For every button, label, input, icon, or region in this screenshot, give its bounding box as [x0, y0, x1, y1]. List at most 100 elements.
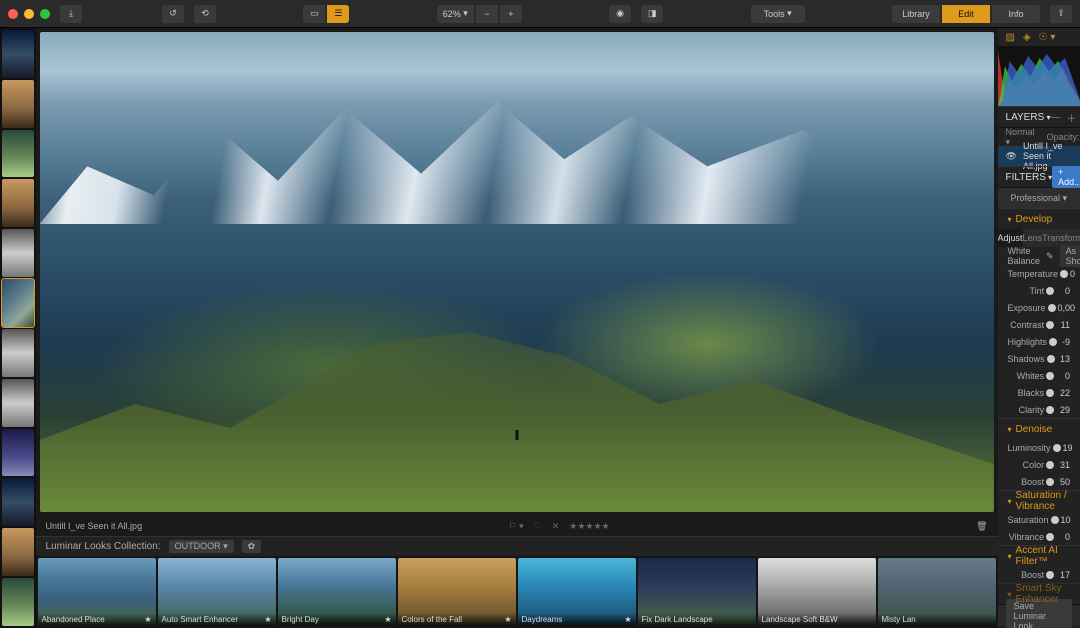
filmstrip-view-icon[interactable]: ☰ — [327, 5, 349, 23]
tools-dropdown[interactable]: Tools ▾ — [751, 5, 805, 23]
looks-collection-dropdown[interactable]: OUTDOOR ▾ — [169, 540, 234, 553]
heart-icon[interactable]: ♡ — [534, 521, 542, 532]
thumbnail[interactable] — [2, 229, 34, 277]
slider-vibrance[interactable]: Vibrance0 — [998, 528, 1080, 545]
thumbnail-selected[interactable] — [2, 279, 34, 327]
look-preset[interactable]: Auto Smart Enhancer★ — [158, 558, 276, 626]
favorite-star-icon[interactable]: ★ — [504, 615, 511, 624]
slider-exposure[interactable]: Exposure0,00 — [998, 299, 1080, 316]
layer-item[interactable]: 👁 Untill I_ve Seen it All.jpg — [998, 146, 1080, 166]
favorite-star-icon[interactable]: ★ — [144, 615, 151, 624]
filter-accent-ai: Accent AI Filter™ Boost17 — [998, 545, 1080, 583]
look-preset[interactable]: Landscape Soft B&W — [758, 558, 876, 626]
clipping-icon[interactable]: ◈ — [1023, 32, 1031, 43]
filter-heading-sky[interactable]: Smart Sky Enhancer — [998, 584, 1080, 604]
collapse-icon[interactable]: — — [1051, 112, 1061, 123]
looks-settings-icon[interactable]: ✿ — [242, 540, 262, 553]
look-label: Bright Day★ — [278, 613, 396, 626]
look-preset[interactable]: Bright Day★ — [278, 558, 396, 626]
thumbnail[interactable] — [2, 80, 34, 128]
image-viewer[interactable] — [36, 28, 998, 516]
slider-value: 0 — [1056, 532, 1070, 542]
slider-value: 50 — [1056, 477, 1070, 487]
slider-clarity[interactable]: Clarity29 — [998, 401, 1080, 418]
zoom-in-icon[interactable]: + — [500, 5, 522, 23]
slider-boost[interactable]: Boost50 — [998, 473, 1080, 490]
image-filename: Untill I_ve Seen it All.jpg — [46, 521, 143, 531]
thumbnail[interactable] — [2, 528, 34, 576]
slider-luminosity[interactable]: Luminosity19 — [998, 439, 1080, 456]
slider-boost[interactable]: Boost17 — [998, 566, 1080, 583]
histogram-mode-icon[interactable]: ▨ — [1006, 32, 1015, 43]
slider-value: 29 — [1056, 405, 1070, 415]
thumbnail[interactable] — [2, 429, 34, 477]
slider-shadows[interactable]: Shadows13 — [998, 350, 1080, 367]
favorite-star-icon[interactable]: ★ — [384, 615, 391, 624]
look-preset[interactable]: Fix Dark Landscape — [638, 558, 756, 626]
slider-tint[interactable]: Tint0 — [998, 282, 1080, 299]
minimize-window[interactable] — [24, 9, 34, 19]
look-label: Colors of the Fall★ — [398, 613, 516, 626]
slider-temperature[interactable]: Temperature0 — [998, 265, 1080, 282]
thumbnail[interactable] — [2, 329, 34, 377]
dropdown-icon[interactable]: ☉ ▾ — [1039, 32, 1056, 43]
thumbnail[interactable] — [2, 478, 34, 526]
preview-eye-icon[interactable]: ◉ — [609, 5, 631, 23]
look-preset[interactable]: Misty Lan — [878, 558, 996, 626]
look-preset[interactable]: Daydreams★ — [518, 558, 636, 626]
export-icon[interactable]: ⤓ — [60, 5, 82, 23]
subtab-lens[interactable]: Lens — [1023, 229, 1043, 247]
tab-info[interactable]: Info — [992, 5, 1040, 23]
close-window[interactable] — [8, 9, 18, 19]
top-toolbar: ⤓ ↺ ⟲ ▭ ☰ 62% ▾ − + ◉ ◨ Tools ▾ Library … — [0, 0, 1080, 28]
zoom-controls: 62% ▾ − + — [437, 5, 522, 23]
histogram[interactable] — [998, 46, 1080, 106]
add-filter-button[interactable]: + Add... — [1052, 166, 1080, 188]
zoom-level[interactable]: 62% ▾ — [437, 5, 474, 23]
thumbnail[interactable] — [2, 30, 34, 78]
star-rating[interactable]: ★★★★★ — [569, 521, 609, 532]
look-label: Fix Dark Landscape — [638, 613, 756, 626]
thumbnail[interactable] — [2, 179, 34, 227]
favorite-star-icon[interactable]: ★ — [624, 615, 631, 624]
thumbnail[interactable] — [2, 130, 34, 178]
slider-whites[interactable]: Whites0 — [998, 367, 1080, 384]
crop-icon[interactable]: ↺ — [162, 5, 184, 23]
filter-heading-satvib[interactable]: Saturation / Vibrance — [998, 491, 1080, 511]
filter-heading-develop[interactable]: Develop — [998, 209, 1080, 229]
favorite-star-icon[interactable]: ★ — [264, 615, 271, 624]
undo-icon[interactable]: ⟲ — [194, 5, 216, 23]
slider-contrast[interactable]: Contrast11 — [998, 316, 1080, 333]
slider-highlights[interactable]: Highlights-9 — [998, 333, 1080, 350]
look-preset[interactable]: Colors of the Fall★ — [398, 558, 516, 626]
fullscreen-window[interactable] — [40, 9, 50, 19]
eyedropper-icon[interactable]: ✎ — [1046, 251, 1054, 262]
white-balance-select[interactable]: As Shot — [1060, 245, 1080, 267]
subtab-adjust[interactable]: Adjust — [998, 229, 1023, 247]
slider-color[interactable]: Color31 — [998, 456, 1080, 473]
slider-saturation[interactable]: Saturation10 — [998, 511, 1080, 528]
filter-heading-denoise[interactable]: Denoise — [998, 419, 1080, 439]
look-label: Auto Smart Enhancer★ — [158, 613, 276, 626]
filter-heading-accent[interactable]: Accent AI Filter™ — [998, 546, 1080, 566]
zoom-out-icon[interactable]: − — [476, 5, 498, 23]
tab-library[interactable]: Library — [892, 5, 940, 23]
tab-edit[interactable]: Edit — [942, 5, 990, 23]
thumbnail[interactable] — [2, 578, 34, 626]
flag-icon[interactable]: ⚐ ▾ — [509, 521, 524, 532]
workspace-select[interactable]: Professional ▾ — [998, 188, 1080, 208]
look-preset[interactable]: Abandoned Place★ — [38, 558, 156, 626]
view-mode-segment: ▭ ☰ — [303, 5, 349, 23]
single-view-icon[interactable]: ▭ — [303, 5, 325, 23]
thumbnail[interactable] — [2, 379, 34, 427]
share-icon[interactable]: ⇪ — [1050, 5, 1072, 23]
trash-icon[interactable]: 🗑 — [976, 521, 987, 532]
add-layer-icon[interactable]: ＋ — [1067, 110, 1077, 125]
compare-icon[interactable]: ◨ — [641, 5, 663, 23]
slider-value: 0,00 — [1058, 303, 1076, 313]
look-label: Misty Lan — [878, 613, 996, 626]
layer-visibility-icon[interactable]: 👁 — [1006, 151, 1017, 162]
window-controls — [8, 9, 50, 19]
reject-icon[interactable]: ✕ — [552, 521, 560, 532]
slider-blacks[interactable]: Blacks22 — [998, 384, 1080, 401]
